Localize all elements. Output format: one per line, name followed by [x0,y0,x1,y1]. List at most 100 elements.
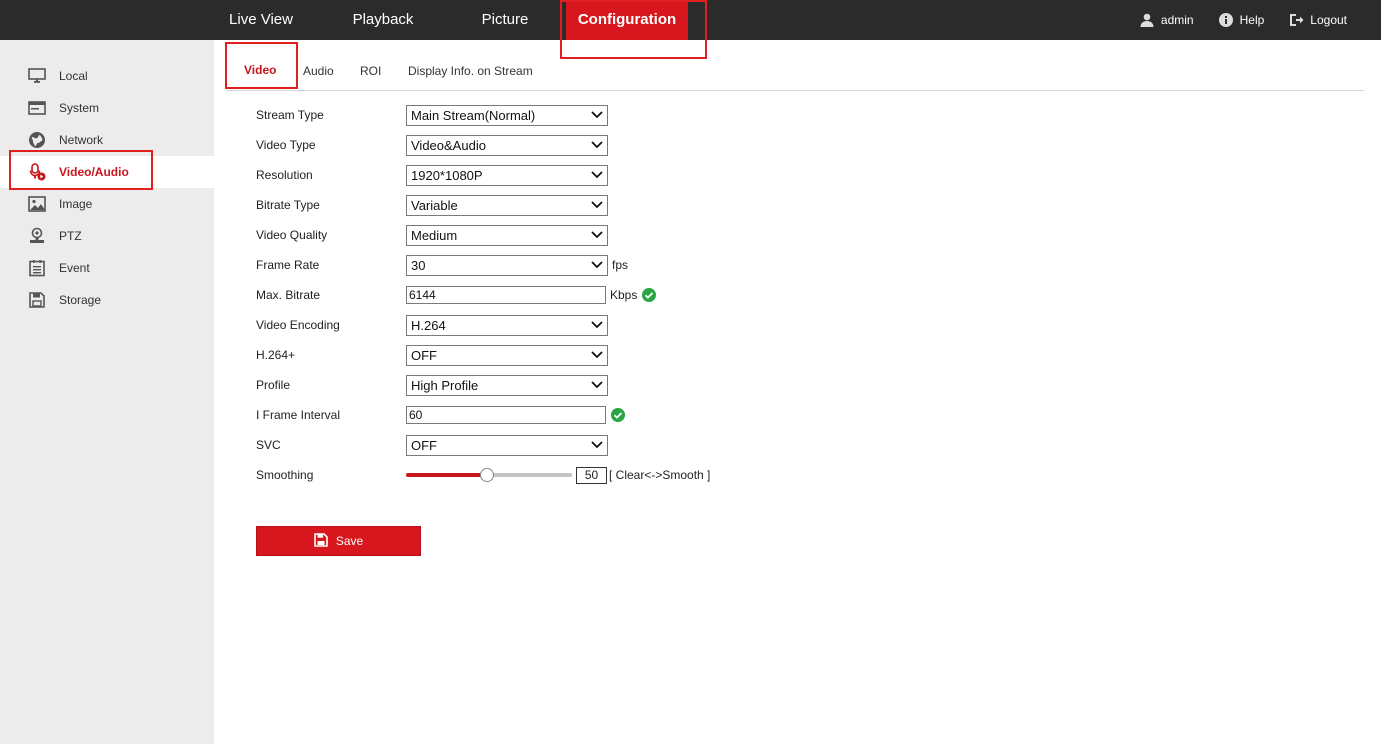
sidebar-item-label: Image [59,197,93,211]
svc-label: SVC [256,438,281,452]
video-type-select[interactable]: Video&Audio [406,134,608,156]
smoothing-hint: [ Clear<->Smooth ] [609,468,711,482]
save-button[interactable]: Save [256,526,421,556]
logout-icon [1288,12,1304,28]
bitrate-type-label: Bitrate Type [256,198,320,212]
smoothing-value-input[interactable]: 50 [576,466,607,484]
sidebar-item-image[interactable]: Image [0,188,214,220]
max-bitrate-unit: Kbps [610,288,638,302]
monitor-icon [28,67,46,85]
event-list-icon [28,259,46,277]
ptz-camera-icon [28,227,46,245]
nav-live-view[interactable]: Live View [200,0,322,40]
check-circle-icon [611,408,625,422]
save-label: Save [335,534,364,548]
globe-icon [28,131,46,149]
floppy-disk-icon [28,291,46,309]
select-value: 1920*1080P [411,167,483,183]
sidebar-item-ptz[interactable]: PTZ [0,220,214,252]
sidebar-item-video-audio[interactable]: Video/Audio [0,156,214,188]
image-icon [28,195,46,213]
nav-configuration[interactable]: Configuration [566,0,688,40]
sidebar-item-label: Video/Audio [59,165,129,179]
max-bitrate-input[interactable]: 6144 [406,286,606,304]
microphone-video-icon [28,163,46,181]
sidebar-item-label: Network [59,133,104,147]
tab-display-info[interactable]: Display Info. on Stream [408,40,533,91]
user-icon [1139,12,1155,28]
help-button[interactable]: Help [1218,12,1264,28]
stream-type-select[interactable]: Main Stream(Normal) [406,104,608,126]
select-value: 30 [411,257,426,273]
top-nav: Live View Playback Picture Configuration [200,0,688,40]
select-value: OFF [411,437,437,453]
slider-handle[interactable] [480,468,494,482]
sidebar-list: Local System Network Video/Audio Image P… [0,60,214,316]
tab-roi[interactable]: ROI [360,40,381,91]
top-bar: Live View Playback Picture Configuration… [0,0,1381,40]
sub-tabs: Video Audio ROI Display Info. on Stream [226,40,1364,91]
video-type-label: Video Type [256,138,316,152]
chevron-down-icon [590,258,604,272]
logout-button[interactable]: Logout [1288,12,1347,28]
chevron-down-icon [590,168,604,182]
slider-fill [406,473,487,477]
profile-select[interactable]: High Profile [406,374,608,396]
system-window-icon [28,99,46,117]
h264-plus-label: H.264+ [256,348,296,362]
smoothing-slider[interactable] [406,467,572,483]
chevron-down-icon [590,198,604,212]
sidebar-item-local[interactable]: Local [0,60,214,92]
sidebar-item-event[interactable]: Event [0,252,214,284]
logout-label: Logout [1310,13,1347,27]
chevron-down-icon [590,228,604,242]
svc-select[interactable]: OFF [406,434,608,456]
chevron-down-icon [590,348,604,362]
nav-picture[interactable]: Picture [444,0,566,40]
select-value: Video&Audio [411,137,486,153]
sidebar: Local System Network Video/Audio Image P… [0,40,214,744]
chevron-down-icon [590,318,604,332]
chevron-down-icon [590,378,604,392]
h264-plus-select[interactable]: OFF [406,344,608,366]
bitrate-type-select[interactable]: Variable [406,194,608,216]
select-value: Main Stream(Normal) [411,107,536,123]
frame-rate-select[interactable]: 30 [406,254,608,276]
i-frame-interval-input[interactable]: 60 [406,406,606,424]
sidebar-item-label: Storage [59,293,102,307]
chevron-down-icon [590,138,604,152]
sidebar-item-network[interactable]: Network [0,124,214,156]
nav-playback[interactable]: Playback [322,0,444,40]
sidebar-item-storage[interactable]: Storage [0,284,214,316]
chevron-down-icon [590,108,604,122]
floppy-disk-icon [314,532,328,550]
user-name: admin [1160,13,1194,27]
sidebar-item-label: Event [59,261,90,275]
select-value: Variable [411,197,458,213]
frame-rate-label: Frame Rate [256,258,320,272]
video-quality-select[interactable]: Medium [406,224,608,246]
tab-audio[interactable]: Audio [303,40,334,91]
top-toolbar: admin Help Logout [1139,0,1347,40]
select-value: Medium [411,227,458,243]
max-bitrate-label: Max. Bitrate [256,288,321,302]
select-value: High Profile [411,377,479,393]
sidebar-item-label: Local [59,69,88,83]
check-circle-icon [642,288,657,302]
sidebar-item-label: PTZ [59,229,82,243]
sidebar-item-label: System [59,101,100,115]
select-value: H.264 [411,317,446,333]
video-encoding-select[interactable]: H.264 [406,314,608,336]
profile-label: Profile [256,378,291,392]
tab-video[interactable]: Video [244,40,276,91]
resolution-select[interactable]: 1920*1080P [406,164,608,186]
chevron-down-icon [590,438,604,452]
sidebar-item-system[interactable]: System [0,92,214,124]
user-menu[interactable]: admin [1139,12,1194,28]
smoothing-label: Smoothing [256,468,314,482]
video-quality-label: Video Quality [256,228,328,242]
stream-type-label: Stream Type [256,108,324,122]
info-icon [1218,12,1234,28]
frame-rate-unit: fps [612,258,629,272]
select-value: OFF [411,347,437,363]
